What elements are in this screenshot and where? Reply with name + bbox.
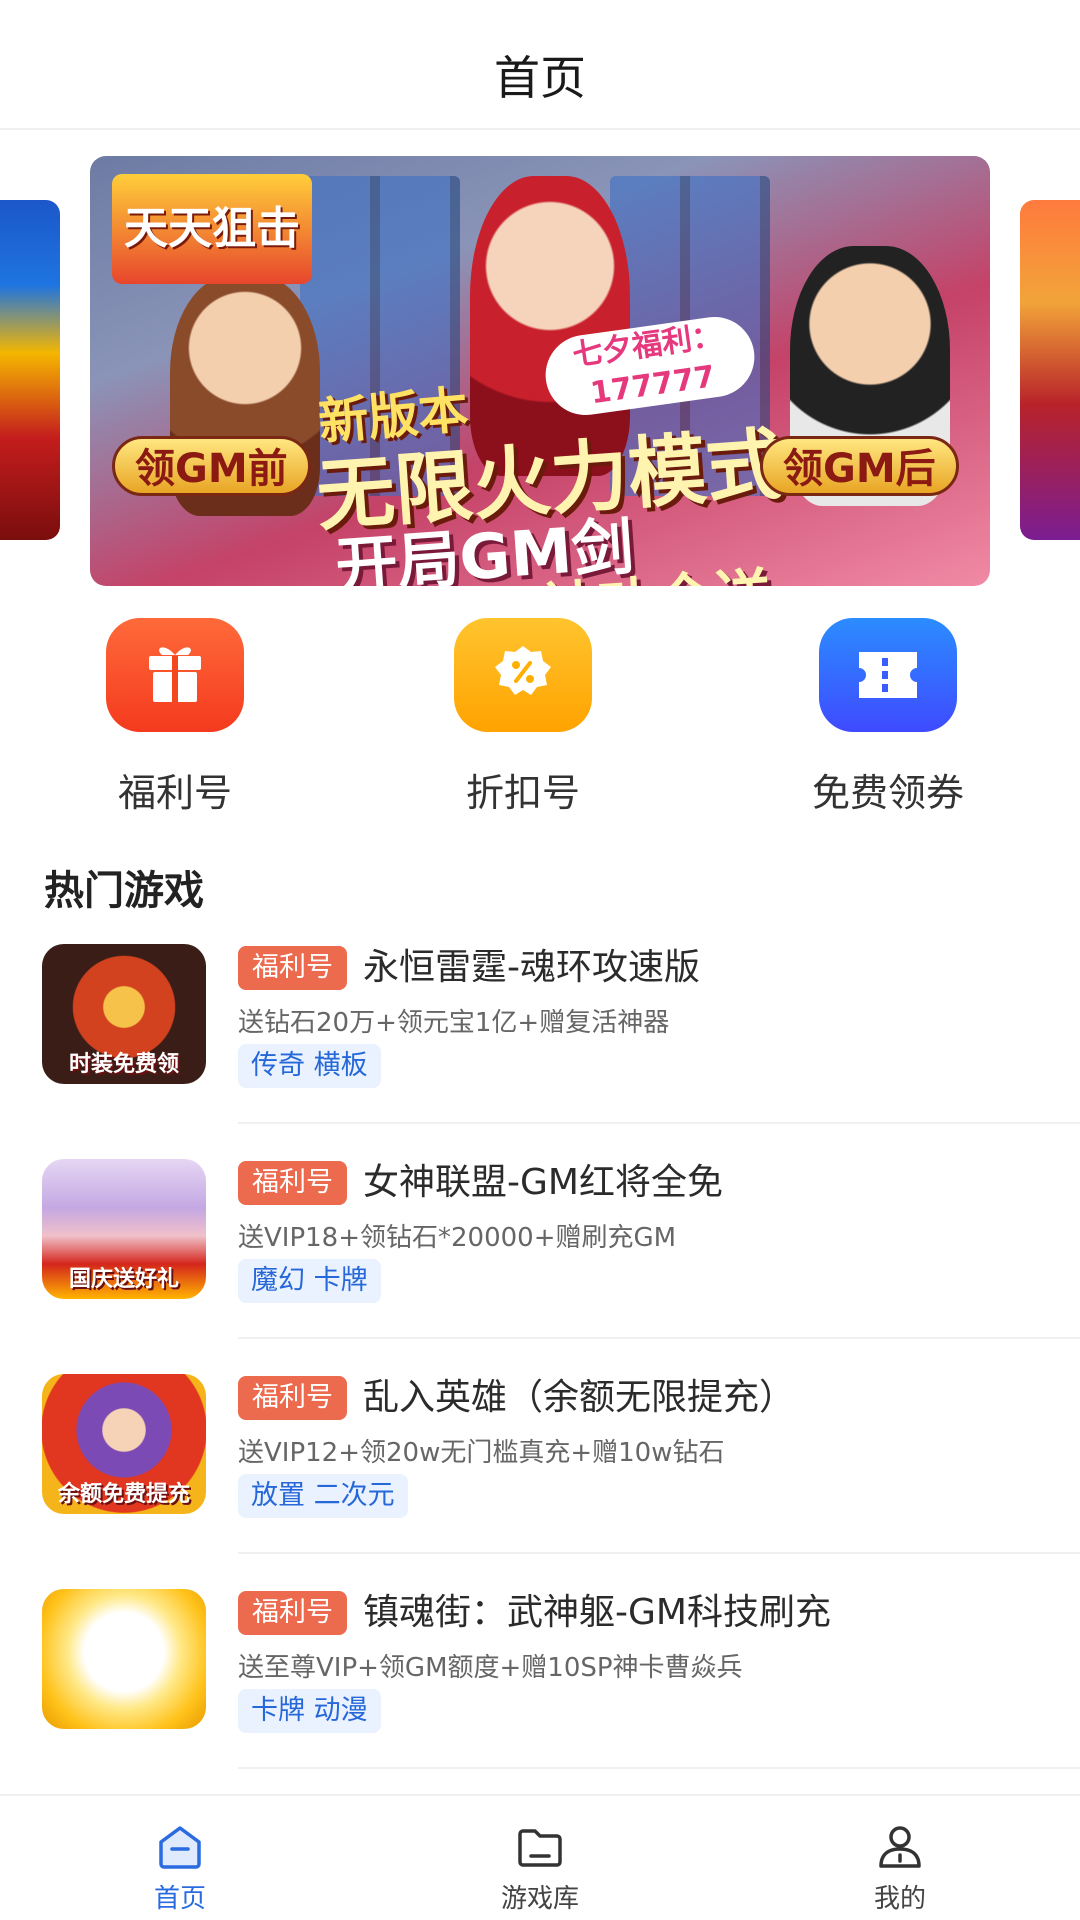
tab-label: 首页 (153, 1884, 206, 1914)
game-description: 送至尊VIP+领GM额度+赠10SP神卡曹焱兵 (238, 1653, 743, 1683)
quick-entry-welfare[interactable]: 福利号 (40, 618, 310, 817)
top-header: 首页 (0, 0, 1080, 130)
game-genre-badge: 魔幻 卡牌 (238, 1259, 381, 1303)
carousel-next-slide[interactable] (1020, 200, 1080, 540)
divider (238, 1767, 1080, 1769)
game-genre-badge: 传奇 横板 (238, 1044, 381, 1088)
tab-label: 我的 (873, 1884, 926, 1914)
tab-mine[interactable]: 我的 (720, 1796, 1080, 1920)
game-list-item[interactable]: 国庆送好礼 福利号 女神联盟-GM红将全免 送VIP18+领钻石*20000+赠… (0, 1159, 1080, 1373)
divider (238, 1337, 1080, 1339)
bottom-tab-bar: 首页 游戏库 我的 (0, 1794, 1080, 1920)
folder-icon (518, 1829, 562, 1867)
game-genre-badge: 放置 二次元 (238, 1474, 408, 1518)
tab-game-library[interactable]: 游戏库 (360, 1796, 720, 1920)
game-tag-badge: 福利号 (238, 946, 347, 990)
divider (238, 1122, 1080, 1124)
banner-main-slide[interactable]: 天天狙击 七夕福利：177777 新版本 无限火力模式 领GM前 领GM后 开局… (90, 156, 990, 586)
coupon-icon (819, 618, 957, 732)
page-title: 首页 (494, 51, 586, 105)
banner-carousel[interactable]: 天天狙击 七夕福利：177777 新版本 无限火力模式 领GM前 领GM后 开局… (0, 130, 1080, 590)
game-thumbnail: 时装免费领 (42, 944, 206, 1084)
tab-label: 游戏库 (500, 1884, 579, 1914)
game-genre-badge: 卡牌 动漫 (238, 1689, 381, 1733)
game-thumbnail (42, 1589, 206, 1729)
game-list-item[interactable]: 时装免费领 福利号 永恒雷霆-魂环攻速版 送钻石20万+领元宝1亿+赠复活神器 … (0, 944, 1080, 1158)
game-list-item[interactable]: 余额免费提充 福利号 乱入英雄（余额无限提充） 送VIP12+领20w无门槛真充… (0, 1374, 1080, 1588)
quick-entry-label: 免费领券 (811, 771, 964, 815)
quick-entry-discount[interactable]: 折扣号 (388, 618, 658, 817)
user-icon (879, 1826, 921, 1868)
tab-home[interactable]: 首页 (0, 1796, 360, 1920)
quick-entry-label: 福利号 (117, 771, 232, 815)
quick-entry-label: 折扣号 (465, 771, 580, 815)
gift-icon (106, 618, 244, 732)
game-title: 永恒雷霆-魂环攻速版 (363, 947, 700, 988)
game-title: 镇魂街：武神躯-GM科技刷充 (363, 1592, 831, 1633)
game-thumbnail: 余额免费提充 (42, 1374, 206, 1514)
game-tag-badge: 福利号 (238, 1376, 347, 1420)
game-description: 送VIP12+领20w无门槛真充+赠10w钻石 (238, 1438, 725, 1468)
discount-icon (454, 618, 592, 732)
game-title: 乱入英雄（余额无限提充） (363, 1377, 796, 1418)
game-description: 送VIP18+领钻石*20000+赠刷充GM (238, 1223, 677, 1253)
game-list-item[interactable]: 福利号 镇魂街：武神躯-GM科技刷充 送至尊VIP+领GM额度+赠10SP神卡曹… (0, 1589, 1080, 1803)
hot-games-section-title: 热门游戏 (44, 868, 204, 914)
game-tag-badge: 福利号 (238, 1161, 347, 1205)
banner-pill-after: 领GM后 (760, 436, 959, 496)
game-tag-badge: 福利号 (238, 1591, 347, 1635)
carousel-prev-slide[interactable] (0, 200, 60, 540)
divider (238, 1552, 1080, 1554)
home-icon (159, 1826, 201, 1869)
game-thumbnail: 国庆送好礼 (42, 1159, 206, 1299)
game-description: 送钻石20万+领元宝1亿+赠复活神器 (238, 1008, 670, 1038)
game-title: 女神联盟-GM红将全免 (363, 1162, 723, 1203)
banner-pill-before: 领GM前 (112, 436, 311, 496)
banner-game-logo: 天天狙击 (112, 174, 312, 284)
quick-entry-coupon[interactable]: 免费领券 (753, 618, 1023, 817)
